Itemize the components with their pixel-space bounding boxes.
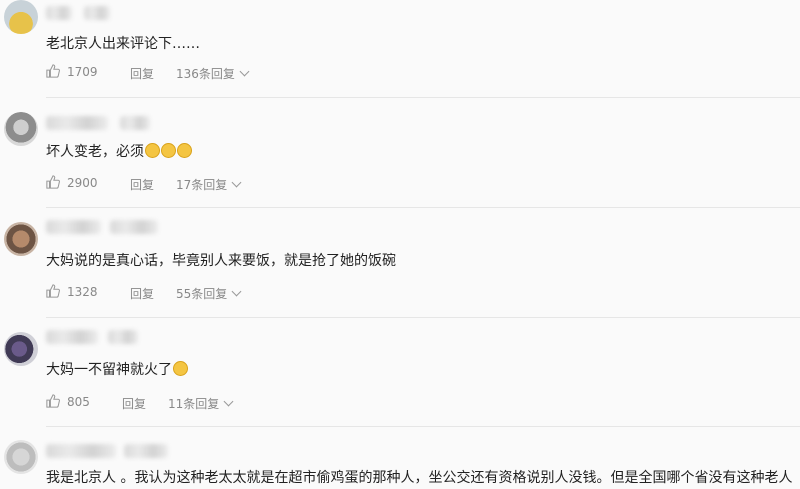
username-blurred[interactable]: [46, 330, 98, 344]
chevron-down-icon: [223, 396, 234, 407]
username-blurred[interactable]: [46, 6, 72, 20]
thumbs-up-icon[interactable]: [46, 284, 60, 298]
avatar[interactable]: [4, 0, 38, 34]
user-badge-blurred: [110, 220, 158, 234]
comment-text: 大妈一不留神就火了: [46, 360, 188, 380]
thumbs-up-icon[interactable]: [46, 175, 60, 189]
divider: [46, 97, 800, 98]
emoji-icon: [145, 143, 160, 158]
view-replies-button[interactable]: 11条回复: [168, 395, 234, 412]
reply-button[interactable]: 回复: [130, 65, 154, 82]
emoji-icon: [173, 361, 188, 376]
avatar[interactable]: [4, 332, 38, 366]
reply-button[interactable]: 回复: [122, 395, 146, 412]
view-replies-button[interactable]: 55条回复: [176, 285, 242, 302]
divider: [46, 426, 800, 427]
like-count: 1328: [67, 285, 98, 299]
like-count: 805: [67, 395, 90, 409]
comment-item: 我是北京人 。我认为这种老太太就是在超市偷鸡蛋的那种人，坐公交还有资格说别人没钱…: [0, 430, 800, 489]
comment-item: 坏人变老，必须 2900 回复 17条回复: [0, 100, 800, 210]
chevron-down-icon: [231, 286, 242, 297]
comment-item: 大妈一不留神就火了 805 回复 11条回复: [0, 320, 800, 430]
comment-text: 老北京人出来评论下……: [46, 36, 200, 52]
user-badge-blurred: [108, 330, 138, 344]
chevron-down-icon: [231, 177, 242, 188]
divider: [46, 317, 800, 318]
username-blurred[interactable]: [46, 116, 108, 130]
comment-text: 大妈说的是真心话，毕竟别人来要饭，就是抢了她的饭碗: [46, 253, 396, 269]
comment-text: 我是北京人 。我认为这种老太太就是在超市偷鸡蛋的那种人，坐公交还有资格说别人没钱…: [46, 470, 793, 486]
comment-item: 老北京人出来评论下…… 1709 回复 136条回复: [0, 0, 800, 100]
comment-item: 大妈说的是真心话，毕竟别人来要饭，就是抢了她的饭碗 1328 回复 55条回复: [0, 210, 800, 320]
user-badge-blurred: [84, 6, 110, 20]
avatar[interactable]: [4, 222, 38, 256]
username-blurred[interactable]: [46, 220, 101, 234]
comment-text: 坏人变老，必须: [46, 142, 192, 162]
avatar[interactable]: [4, 440, 38, 474]
view-replies-button[interactable]: 17条回复: [176, 176, 242, 193]
reply-button[interactable]: 回复: [130, 176, 154, 193]
divider: [46, 207, 800, 208]
chevron-down-icon: [239, 66, 250, 77]
user-badge-blurred: [124, 444, 168, 458]
emoji-icon: [177, 143, 192, 158]
user-badge-blurred: [120, 116, 150, 130]
reply-button[interactable]: 回复: [130, 285, 154, 302]
view-replies-button[interactable]: 136条回复: [176, 65, 250, 82]
emoji-icon: [161, 143, 176, 158]
like-count: 1709: [67, 65, 98, 79]
thumbs-up-icon[interactable]: [46, 394, 60, 408]
username-blurred[interactable]: [46, 444, 116, 458]
thumbs-up-icon[interactable]: [46, 64, 60, 78]
avatar[interactable]: [4, 112, 38, 146]
like-count: 2900: [67, 176, 98, 190]
